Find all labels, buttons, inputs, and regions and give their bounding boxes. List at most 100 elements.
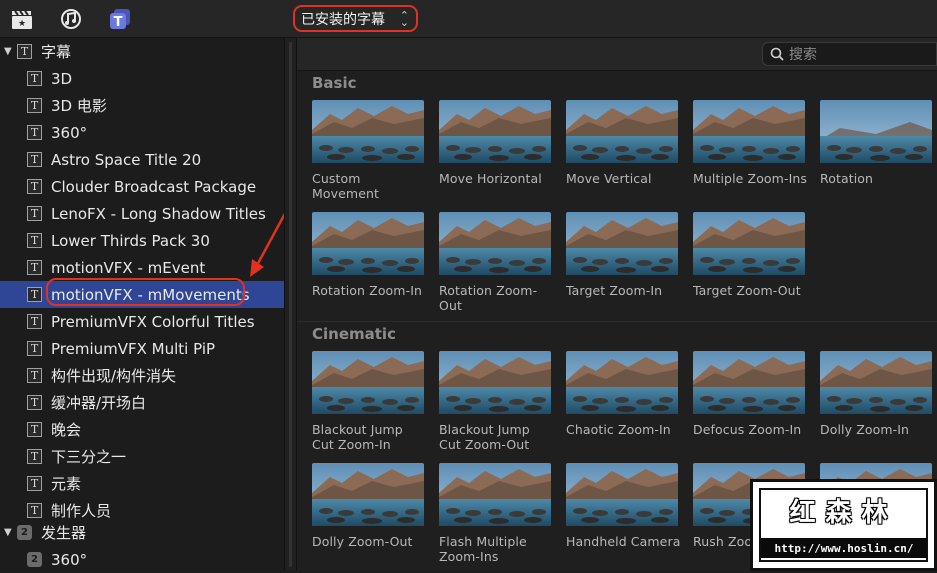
title-icon: T (27, 260, 42, 275)
sidebar-item-label: PremiumVFX Colorful Titles (51, 312, 255, 331)
tile-label: Dolly Zoom-In (820, 422, 910, 437)
title-icon: T (27, 71, 42, 86)
title-tile[interactable]: Rotation Zoom-Out (439, 212, 554, 313)
sidebar-item-label: 3D (51, 69, 73, 88)
sidebar-item-label: 元素 (51, 475, 82, 493)
search-icon (770, 47, 784, 61)
tile-thumbnail (312, 463, 424, 526)
sidebar-item[interactable]: T 元素 (0, 470, 284, 497)
sidebar-item[interactable]: T 3D (0, 65, 284, 92)
title-tile[interactable]: Flash Multiple Zoom-Ins (439, 463, 554, 564)
sidebar-item-label: Clouder Broadcast Package (51, 177, 257, 196)
title-icon: T (27, 125, 42, 140)
tile-label: Target Zoom-In (566, 283, 663, 298)
title-icon: T (27, 152, 42, 167)
disclosure-triangle-icon[interactable]: ▼ (4, 46, 12, 57)
title-tile[interactable]: Blackout Jump Cut Zoom-Out (439, 351, 554, 452)
tile-thumbnail (439, 212, 551, 275)
sidebar-item-label: 缓冲器/开场白 (51, 394, 147, 412)
sidebar-item-label: PremiumVFX Multi PiP (51, 339, 216, 358)
music-icon[interactable] (58, 7, 84, 31)
watermark-stamp: 红森林 http://www.hoslin.cn/ (750, 479, 937, 571)
sidebar-item[interactable]: T PremiumVFX Colorful Titles (0, 308, 284, 335)
title-tile[interactable]: Handheld Camera (566, 463, 681, 549)
sidebar-item[interactable]: T Astro Space Title 20 (0, 146, 284, 173)
sidebar-item[interactable]: T 晚会 (0, 416, 284, 443)
tile-label: Custom Movement (312, 171, 380, 201)
sidebar-item-label: 构件出现/构件消失 (51, 367, 177, 385)
sidebar-header-label: 字幕 (41, 43, 72, 61)
title-tile[interactable]: Chaotic Zoom-In (566, 351, 681, 437)
tile-thumbnail (566, 463, 678, 526)
titles-icon[interactable]: T (107, 7, 133, 31)
generator-icon: 2 (17, 525, 32, 540)
title-tile[interactable]: Multiple Zoom-Ins (693, 100, 808, 186)
title-icon: T (27, 179, 42, 194)
tile-thumbnail (693, 212, 805, 275)
sidebar-item-label: 360° (51, 550, 88, 569)
tile-label: Rotation Zoom-Out (439, 283, 538, 313)
title-icon: T (27, 314, 42, 329)
tile-label: Multiple Zoom-Ins (693, 171, 807, 186)
title-icon: T (27, 206, 42, 221)
section-title: Basic (312, 74, 357, 92)
title-icon: T (27, 476, 42, 491)
tile-label: Handheld Camera (566, 534, 681, 549)
generator-icon: 2 (27, 552, 42, 567)
dropdown-label: 已安装的字幕 (301, 11, 385, 28)
sidebar-item-label: 360° (51, 123, 88, 142)
title-tile[interactable]: Dolly Zoom-Out (312, 463, 427, 549)
title-icon: T (27, 449, 42, 464)
sidebar-item[interactable]: T Clouder Broadcast Package (0, 173, 284, 200)
tile-thumbnail (566, 351, 678, 414)
pane-divider[interactable] (284, 38, 297, 571)
title-tile[interactable]: Custom Movement (312, 100, 427, 201)
tile-thumbnail (312, 100, 424, 163)
sidebar-item[interactable]: T 下三分之一 (0, 443, 284, 470)
tile-label: Move Horizontal (439, 171, 542, 186)
title-icon: T (27, 422, 42, 437)
tile-thumbnail (312, 212, 424, 275)
title-tile[interactable]: Target Zoom-Out (693, 212, 808, 298)
title-tile[interactable]: Rotation Zoom-In (312, 212, 427, 298)
sidebar-item[interactable]: T 3D 电影 (0, 92, 284, 119)
title-icon: T (27, 98, 42, 113)
tile-label: Chaotic Zoom-In (566, 422, 671, 437)
sidebar-item[interactable]: T 构件出现/构件消失 (0, 362, 284, 389)
clapper-icon[interactable]: ★ (9, 7, 35, 31)
section-divider (297, 321, 937, 322)
title-tile[interactable]: Target Zoom-In (566, 212, 681, 298)
title-icon: T (27, 395, 42, 410)
title-tile[interactable]: Blackout Jump Cut Zoom-In (312, 351, 427, 452)
tile-thumbnail (439, 463, 551, 526)
sidebar-item[interactable]: T 缓冲器/开场白 (0, 389, 284, 416)
tile-label: Target Zoom-Out (693, 283, 801, 298)
installed-titles-dropdown[interactable]: 已安装的字幕 ⌃ ⌄ (293, 5, 418, 32)
section-title: Cinematic (312, 325, 396, 343)
sidebar-item-generator-360[interactable]: 2 360° (0, 546, 284, 573)
tile-thumbnail (820, 100, 932, 163)
tile-label: Rotation (820, 171, 874, 186)
watermark-url: http://www.hoslin.cn/ (761, 538, 927, 558)
sidebar-header-generators[interactable]: ▼ 2 发生器 (0, 519, 284, 546)
title-tile[interactable]: Defocus Zoom-In (693, 351, 808, 437)
title-tile[interactable]: Move Horizontal (439, 100, 554, 186)
tile-label: Blackout Jump Cut Zoom-Out (439, 422, 530, 452)
tile-thumbnail (439, 100, 551, 163)
sidebar-header-titles[interactable]: ▼ T 字幕 (0, 38, 284, 65)
toolbar: ★ T 已安装的字幕 ⌃ ⌄ (0, 0, 937, 38)
title-tile[interactable]: Rotation (820, 100, 935, 186)
title-tile[interactable]: Dolly Zoom-In (820, 351, 935, 437)
tile-thumbnail (312, 351, 424, 414)
tile-thumbnail (820, 351, 932, 414)
search-bar: 搜索 (297, 38, 937, 71)
tile-label: Dolly Zoom-Out (312, 534, 413, 549)
sidebar-item-label: 制作人员 (51, 502, 112, 520)
disclosure-triangle-icon[interactable]: ▼ (4, 527, 12, 538)
sidebar-item[interactable]: T 360° (0, 119, 284, 146)
search-input[interactable]: 搜索 (762, 42, 937, 66)
title-tile[interactable]: Move Vertical (566, 100, 681, 186)
watermark-title: 红森林 (789, 498, 898, 528)
sidebar-header-label: 发生器 (41, 524, 87, 542)
sidebar-item[interactable]: T PremiumVFX Multi PiP (0, 335, 284, 362)
